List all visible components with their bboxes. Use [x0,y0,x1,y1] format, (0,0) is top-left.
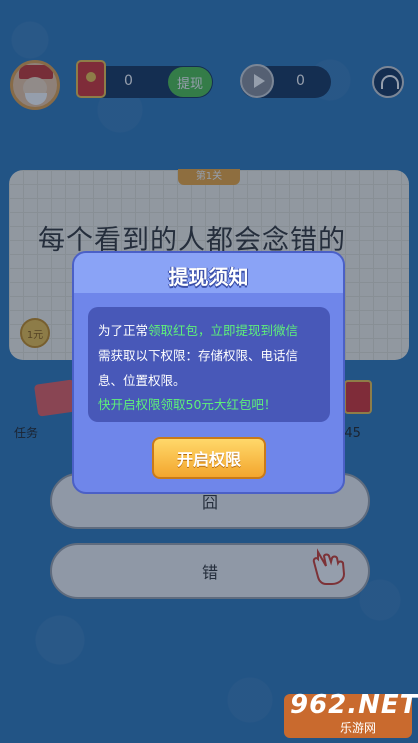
dialog-title: 提现须知 [168,265,249,289]
watermark-text: 962.NET [290,690,418,720]
message-prefix: 为了正常 [98,323,149,338]
message-highlight: 领取红包，立即提现到微信 [148,323,299,338]
enable-permissions-button[interactable]: 开启权限 [152,437,266,479]
dialog-message-line-1: 为了正常领取红包，立即提现到微信 [98,320,298,339]
dialog-message-line-3: 息、位置权限。 [98,373,186,388]
dialog-message-line-4: 快开启权限领取50元大红包吧！ [98,397,277,412]
watermark-subtext: 乐游网 [340,721,377,735]
dialog-message-line-2: 需获取以下权限：存储权限、电话信 [98,348,299,363]
